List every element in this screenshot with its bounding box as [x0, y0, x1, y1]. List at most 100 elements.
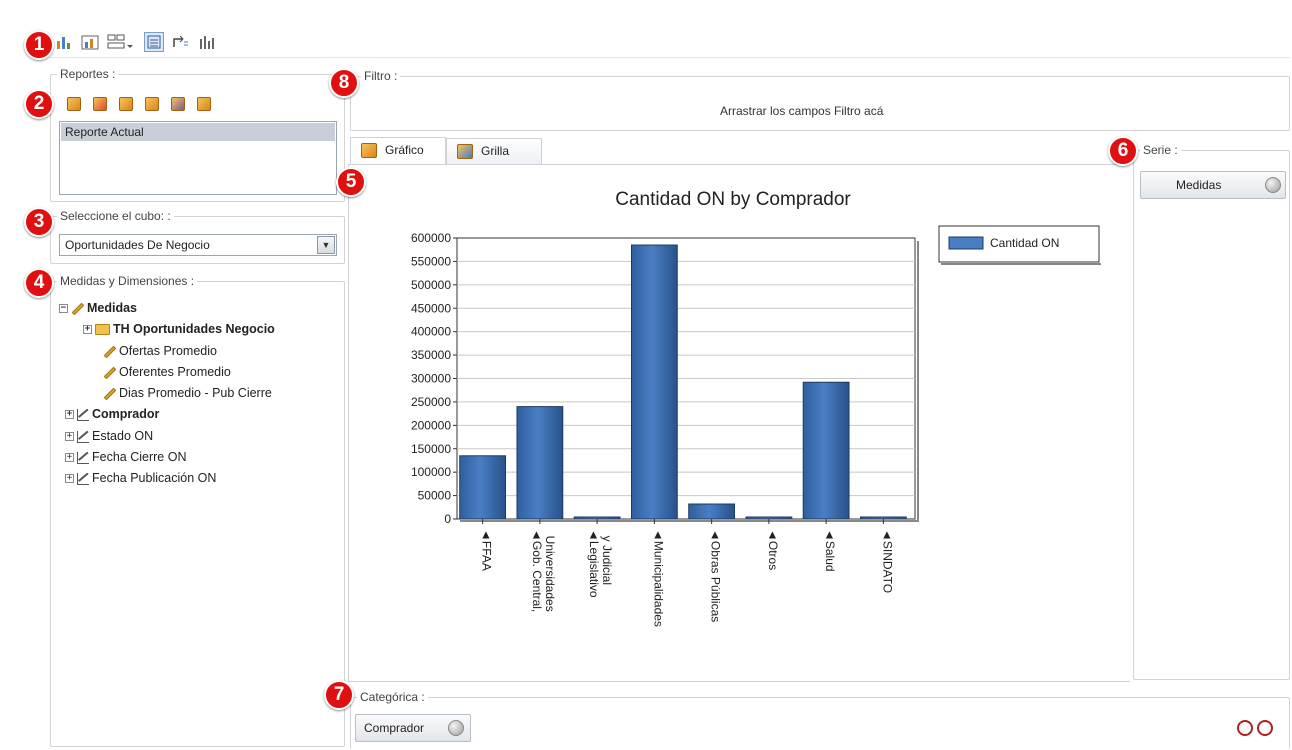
x-tick-label: ◄FFAA — [480, 529, 494, 571]
serie-medidas-label: Medidas — [1176, 178, 1222, 192]
y-tick-label: 50000 — [418, 489, 452, 503]
x-tick-label: Universidades — [543, 529, 557, 612]
dimension-icon — [77, 430, 89, 443]
open-report-icon[interactable] — [119, 97, 133, 111]
x-tick-label: ◄SINDATO — [880, 529, 894, 593]
collapse-icon[interactable]: − — [59, 304, 68, 314]
tree-node-label: Oferentes Promedio — [119, 365, 231, 379]
new-report-icon[interactable] — [67, 97, 81, 111]
tree-node-dimension[interactable]: + Estado ON — [65, 426, 153, 446]
reportes-panel: Reportes : Reporte Actual — [50, 67, 345, 202]
chevron-down-icon[interactable]: ▼ — [317, 236, 335, 254]
categorica-panel[interactable]: Categórica : Comprador — [350, 690, 1290, 749]
cubo-select-value: Oportunidades De Negocio — [65, 238, 210, 252]
tab-grafico-label: Gráfico — [385, 143, 424, 157]
x-tick-label: ◄Salud — [823, 529, 837, 572]
import-report-icon[interactable] — [145, 97, 159, 111]
y-tick-label: 250000 — [411, 395, 451, 409]
bar — [516, 406, 564, 520]
grid-icon — [457, 144, 473, 159]
swap-icon[interactable] — [170, 32, 190, 52]
tab-grilla[interactable]: Grilla — [446, 138, 542, 164]
save-report-icon[interactable] — [171, 97, 185, 111]
tree-node-label: Ofertas Promedio — [119, 344, 217, 358]
y-tick-label: 350000 — [411, 348, 451, 362]
tree-node-label: Comprador — [92, 407, 160, 421]
x-tick-label: ◄Obras Públicas — [709, 529, 723, 622]
expand-icon[interactable]: + — [65, 432, 74, 442]
dimension-icon — [77, 472, 89, 485]
layout-icon[interactable] — [106, 32, 134, 52]
serie-label: Serie : — [1140, 143, 1181, 157]
x-tick-label: ◄Otros — [766, 529, 780, 570]
serie-medidas-button[interactable]: Medidas — [1140, 171, 1286, 199]
tree-node-dimension[interactable]: + Fecha Publicación ON — [65, 468, 216, 488]
chart-icon — [361, 143, 377, 158]
y-tick-label: 450000 — [411, 301, 451, 315]
expand-icon[interactable]: + — [65, 453, 74, 463]
list-icon[interactable] — [144, 32, 164, 52]
x-tick-label: y Judicial — [600, 529, 614, 585]
tab-grilla-label: Grilla — [481, 144, 510, 158]
tree-node-measure[interactable]: Oferentes Promedio — [103, 362, 231, 382]
expand-icon[interactable]: + — [83, 325, 92, 335]
expand-icon[interactable]: + — [65, 474, 74, 484]
bar — [859, 516, 907, 520]
step-badge-4: 4 — [24, 268, 54, 298]
expand-icon[interactable]: + — [65, 410, 74, 420]
chart-icon[interactable] — [54, 32, 74, 52]
delete-report-icon[interactable] — [93, 97, 107, 111]
y-tick-label: 200000 — [411, 418, 451, 432]
categorica-comprador-button[interactable]: Comprador — [355, 714, 471, 742]
tree-node-measure[interactable]: Ofertas Promedio — [103, 341, 217, 361]
bar — [573, 516, 621, 520]
serie-panel[interactable]: Serie : Medidas — [1133, 143, 1290, 680]
tree-node-label: TH Oportunidades Negocio — [113, 322, 275, 336]
clear-filter-icon[interactable] — [1237, 720, 1253, 736]
step-badge-1: 1 — [24, 30, 54, 60]
grid-chart-icon[interactable] — [196, 32, 216, 52]
tree-node-th-oportunidades[interactable]: + TH Oportunidades Negocio — [83, 319, 275, 339]
step-badge-5: 5 — [336, 167, 366, 197]
tree-node-dimension[interactable]: + Fecha Cierre ON — [65, 447, 186, 467]
y-tick-label: 550000 — [411, 254, 451, 268]
tree-node-label: Dias Promedio - Pub Cierre — [119, 386, 272, 400]
disable-icon[interactable] — [1257, 720, 1273, 736]
x-tick-label: ◄Legislativo — [587, 529, 601, 598]
bar-chart: Cantidad ON by Comprador 0 50000 100000 1500… — [411, 189, 1101, 627]
chart-alt-icon[interactable] — [80, 32, 100, 52]
y-tick-label: 600000 — [411, 231, 451, 245]
step-badge-3: 3 — [24, 207, 54, 237]
reportes-list-item[interactable]: Reporte Actual — [61, 123, 335, 141]
folder-icon — [95, 324, 110, 336]
tree-node-medidas[interactable]: − Medidas — [59, 298, 137, 318]
measure-icon — [103, 387, 117, 401]
y-tick-label: 0 — [444, 512, 451, 526]
main-toolbar — [50, 28, 1290, 58]
legend-label: Cantidad ON — [990, 236, 1059, 250]
tree-node-label: Estado ON — [92, 429, 154, 443]
bar — [459, 455, 507, 520]
tree-node-label: Medidas — [87, 301, 138, 315]
filtro-drop-hint: Arrastrar los campos Filtro acá — [720, 104, 884, 118]
step-badge-6: 6 — [1108, 136, 1138, 166]
x-tick-label: ◄Municipalidades — [651, 529, 665, 627]
medidas-panel: Medidas y Dimensiones : − Medidas + TH Opo… — [50, 274, 345, 747]
cubo-select[interactable]: Oportunidades De Negocio ▼ — [59, 234, 337, 256]
tree-node-dimension[interactable]: + Comprador — [65, 404, 159, 424]
export-report-icon[interactable] — [197, 97, 211, 111]
radio-icon — [1265, 177, 1281, 193]
cubo-panel: Seleccione el cubo: : Oportunidades De N… — [50, 209, 345, 264]
reportes-label: Reportes : — [57, 67, 119, 81]
reportes-list[interactable]: Reporte Actual — [59, 121, 337, 195]
legend-swatch — [948, 236, 984, 250]
filtro-panel[interactable]: Filtro : Arrastrar los campos Filtro acá — [350, 69, 1290, 131]
measure-icon — [103, 366, 117, 380]
tab-grafico[interactable]: Gráfico — [350, 137, 446, 164]
dimension-icon — [77, 408, 89, 421]
categorica-label: Categórica : — [357, 690, 428, 704]
medidas-label: Medidas y Dimensiones : — [57, 274, 198, 288]
tree-node-measure[interactable]: Dias Promedio - Pub Cierre — [103, 383, 272, 403]
measure-icon — [71, 302, 85, 316]
cubo-label: Seleccione el cubo: : — [57, 209, 174, 223]
